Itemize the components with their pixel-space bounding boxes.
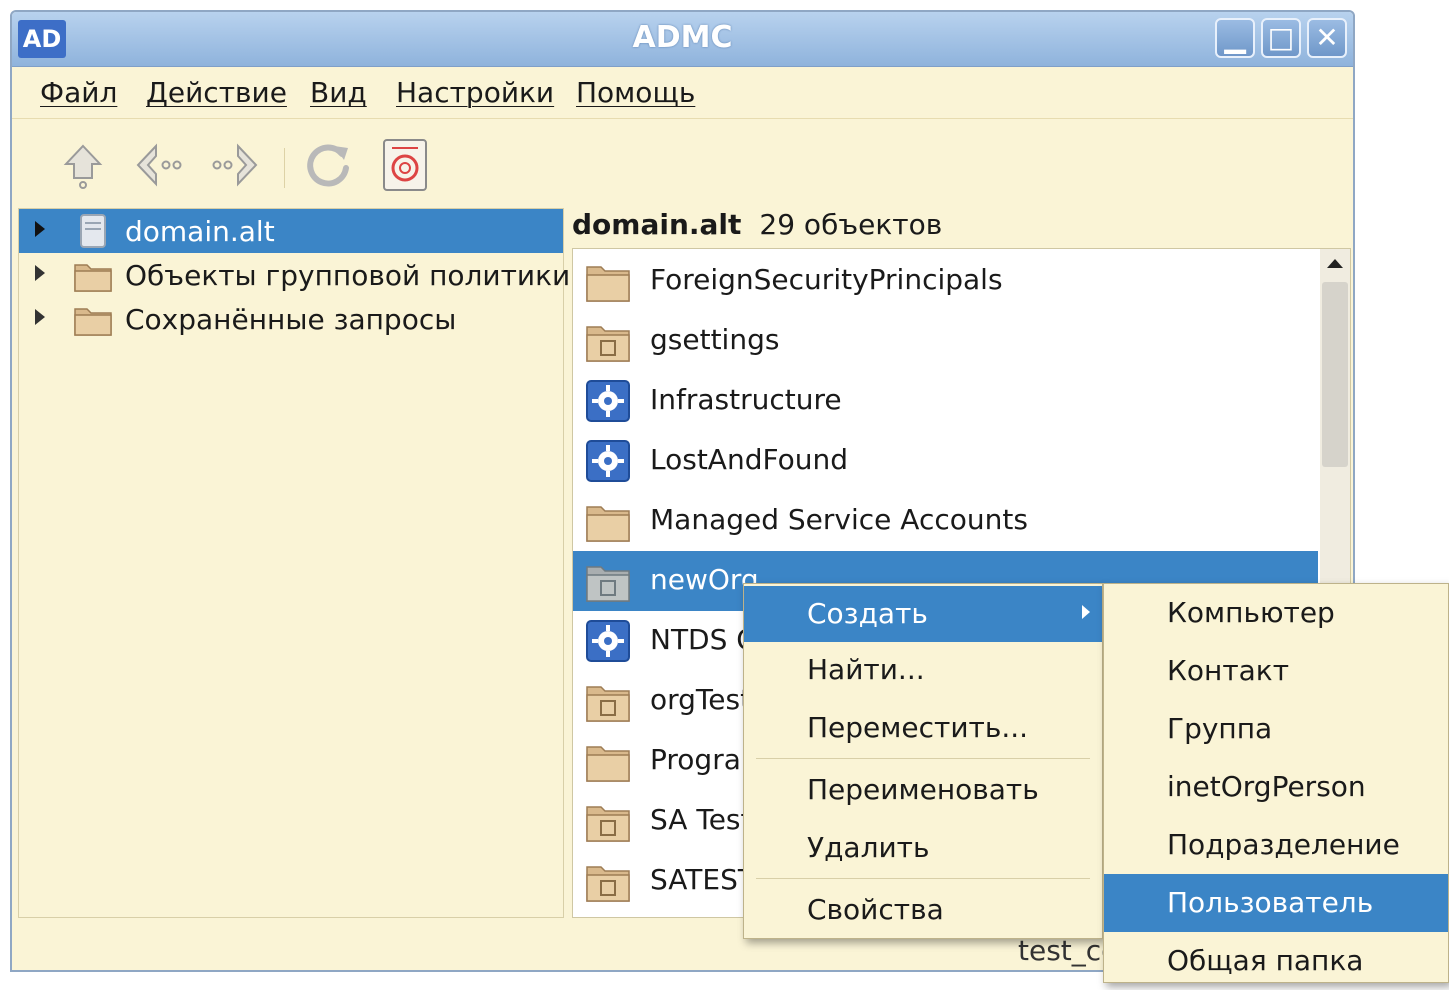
list-item[interactable]: ForeignSecurityPrincipals [573, 251, 1318, 311]
ctx-delete[interactable]: Удалить [744, 820, 1102, 876]
folder-icon [74, 308, 112, 336]
ctx-create[interactable]: Создать [744, 586, 1102, 642]
refresh-icon[interactable] [302, 138, 356, 192]
menu-help[interactable]: Помощь [576, 76, 695, 109]
toolbar-separator [284, 148, 285, 188]
toolbar [12, 118, 1353, 208]
list-item-label: Infrastructure [650, 383, 842, 416]
submenu-arrow-icon [1082, 605, 1090, 619]
ou-folder-icon [586, 326, 630, 362]
menu-separator [756, 878, 1090, 879]
scroll-thumb[interactable] [1322, 282, 1348, 467]
ctx-properties[interactable]: Свойства [744, 882, 1102, 938]
ctx-move[interactable]: Переместить... [744, 700, 1102, 756]
close-button[interactable]: ✕ [1307, 18, 1347, 58]
create-user[interactable]: Пользователь [1104, 874, 1448, 932]
create-submenu: Компьютер Контакт Группа inetOrgPerson П… [1103, 583, 1449, 983]
context-menu: Создать Найти... Переместить... Переимен… [743, 583, 1103, 939]
submenu-item-label: inetOrgPerson [1167, 770, 1366, 803]
ctx-item-label: Найти... [807, 653, 925, 686]
list-item-label: gsettings [650, 323, 780, 356]
list-item-label: ForeignSecurityPrincipals [650, 263, 1003, 296]
menu-action[interactable]: Действие [146, 76, 287, 109]
list-item-label: orgTest [650, 683, 752, 716]
gear-icon [586, 620, 630, 662]
container-name: domain.alt [572, 208, 742, 241]
menu-settings[interactable]: Настройки [396, 76, 554, 109]
create-ou[interactable]: Подразделение [1104, 816, 1448, 874]
ctx-item-label: Свойства [807, 893, 944, 926]
create-shared-folder[interactable]: Общая папка [1104, 932, 1448, 990]
ctx-find[interactable]: Найти... [744, 642, 1102, 698]
maximize-button[interactable]: □ [1261, 18, 1301, 58]
folder-icon [74, 264, 112, 292]
menu-view[interactable]: Вид [310, 76, 367, 109]
menu-separator [756, 758, 1090, 759]
gear-icon [586, 380, 630, 422]
scroll-up-icon[interactable] [1327, 259, 1343, 268]
forward-icon[interactable] [208, 138, 262, 192]
submenu-item-label: Группа [1167, 712, 1273, 745]
folder-icon [586, 506, 630, 542]
list-item-label: SATEST [650, 863, 755, 896]
menu-file[interactable]: Файл [40, 76, 117, 109]
ctx-item-label: Создать [807, 597, 928, 630]
create-contact[interactable]: Контакт [1104, 642, 1448, 700]
create-inetorgperson[interactable]: inetOrgPerson [1104, 758, 1448, 816]
folder-icon [586, 746, 630, 782]
close-icon: ✕ [1315, 21, 1339, 54]
submenu-item-label: Общая папка [1167, 944, 1364, 977]
list-item[interactable]: Infrastructure [573, 371, 1318, 431]
folder-icon [586, 266, 630, 302]
ctx-item-label: Переименовать [807, 773, 1039, 806]
submenu-item-label: Пользователь [1167, 886, 1374, 919]
ctx-item-label: Удалить [807, 831, 930, 864]
ctx-rename[interactable]: Переименовать [744, 762, 1102, 818]
tree-item-label: Сохранённые запросы [125, 303, 457, 336]
expand-arrow-icon[interactable] [35, 221, 45, 237]
ou-folder-icon [586, 806, 630, 842]
tree-item-label: domain.alt [125, 215, 275, 248]
back-icon[interactable] [132, 138, 186, 192]
expand-arrow-icon[interactable] [35, 309, 45, 325]
window-title: ADMC [632, 20, 733, 55]
list-item-label: SA Test [650, 803, 752, 836]
tree-item-domain[interactable]: domain.alt [19, 209, 563, 253]
ctx-item-label: Переместить... [807, 711, 1029, 744]
tree-item-group-policy[interactable]: Объекты групповой политики [19, 253, 570, 297]
object-count: 29 объектов [759, 208, 943, 241]
server-icon [80, 214, 106, 248]
create-group[interactable]: Группа [1104, 700, 1448, 758]
maximize-icon: □ [1267, 21, 1295, 54]
list-item[interactable]: LostAndFound [573, 431, 1318, 491]
manual-icon[interactable] [378, 138, 432, 192]
list-item[interactable]: Managed Service Accounts [573, 491, 1318, 551]
minimize-button[interactable]: ▁ [1215, 18, 1255, 58]
list-item-label: LostAndFound [650, 443, 848, 476]
create-computer[interactable]: Компьютер [1104, 584, 1448, 642]
minimize-icon: ▁ [1224, 21, 1246, 54]
submenu-item-label: Подразделение [1167, 828, 1400, 861]
ou-folder-icon [586, 686, 630, 722]
ou-folder-icon [586, 866, 630, 902]
menubar: Файл Действие Вид Настройки Помощь [12, 66, 1353, 119]
titlebar[interactable]: AD ADMC ▁ □ ✕ [12, 12, 1353, 67]
gear-icon [586, 440, 630, 482]
navigation-tree: domain.alt Объекты групповой политики Со… [18, 208, 570, 918]
expand-arrow-icon[interactable] [35, 265, 45, 281]
list-item[interactable]: gsettings [573, 311, 1318, 371]
list-item-label: Managed Service Accounts [650, 503, 1028, 536]
up-icon[interactable] [56, 138, 110, 192]
ou-folder-icon [586, 566, 630, 602]
tree-item-label: Объекты групповой политики [125, 259, 571, 292]
content-header: domain.alt 29 объектов [572, 208, 942, 248]
submenu-item-label: Контакт [1167, 654, 1290, 687]
submenu-item-label: Компьютер [1167, 596, 1335, 629]
tree-item-saved-queries[interactable]: Сохранённые запросы [19, 297, 563, 341]
